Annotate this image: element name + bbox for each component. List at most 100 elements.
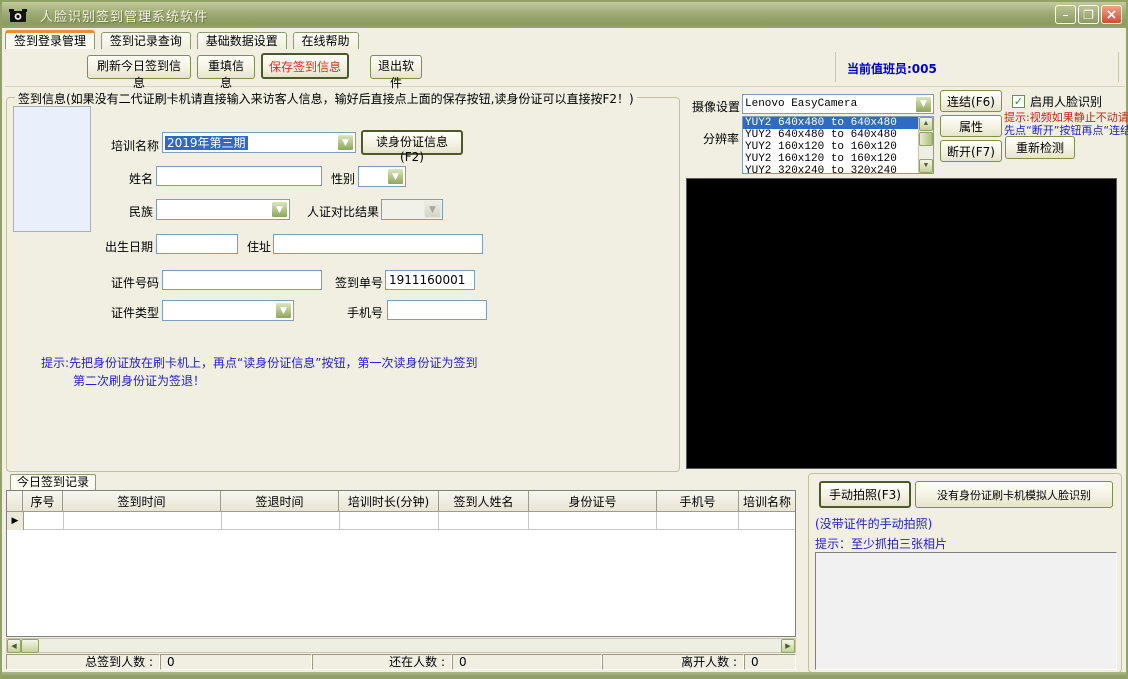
total-signin-value: 0 [160, 654, 312, 670]
form-hint-line2: 第二次刷身份证为签退！ [73, 372, 205, 389]
scroll-up-icon[interactable]: ▲ [919, 117, 933, 131]
disconnect-button[interactable]: 断开(F7) [940, 140, 1002, 162]
title-bar: 人脸识别签到管理系统软件 – ❐ × [2, 2, 1126, 28]
form-hint-line1: 提示:先把身份证放在刷卡机上，再点“读身份证信息”按钮，第一次读身份证为签到 [41, 354, 477, 371]
simulate-face-button[interactable]: 没有身份证刷卡机模拟人脸识别 [915, 481, 1113, 508]
resolution-item[interactable]: YUY2 640x480 to 640x480 [743, 129, 933, 141]
sign-no-input[interactable] [385, 270, 475, 290]
signin-form-group: 签到信息(如果没有二代证刷卡机请直接输入来访客人信息，输好后直接点上面的保存按钮… [6, 97, 680, 472]
left-count-label: 离开人数 : [602, 654, 744, 670]
birth-date-label: 出生日期 [103, 238, 153, 255]
manual-photo-button[interactable]: 手动拍照(F3) [819, 481, 911, 508]
camera-video-preview [686, 178, 1117, 469]
training-name-label: 培训名称 [103, 137, 159, 154]
still-present-label: 还在人数 : [312, 654, 452, 670]
col-duration[interactable]: 培训时长(分钟) [339, 491, 439, 512]
toolbar-separator [835, 52, 836, 82]
row-selector-header [7, 491, 23, 512]
training-name-value: 2019年第三期 [165, 136, 248, 150]
minimize-button[interactable]: – [1055, 5, 1076, 24]
id-number-label: 证件号码 [107, 274, 159, 291]
id-type-label: 证件类型 [107, 304, 159, 321]
col-training-name[interactable]: 培训名称 [739, 491, 795, 512]
window-bottom-edge [2, 672, 1126, 677]
col-person-name[interactable]: 签到人姓名 [439, 491, 529, 512]
address-input[interactable] [273, 234, 483, 254]
resolution-scrollbar[interactable]: ▲ ▼ [918, 117, 933, 173]
phone-label: 手机号 [341, 304, 383, 321]
chevron-down-icon[interactable]: ▼ [275, 302, 292, 319]
exit-button[interactable]: 退出软件 [370, 55, 422, 79]
hscrollbar-thumb[interactable] [21, 639, 39, 653]
app-camera-icon [8, 7, 28, 24]
tab-online-help[interactable]: 在线帮助 [293, 32, 359, 49]
table-row[interactable]: ▶ [7, 512, 795, 530]
toolbar-separator-right [1118, 52, 1119, 82]
resolution-item[interactable]: YUY2 640x480 to 640x480 [743, 117, 933, 129]
col-seq[interactable]: 序号 [23, 491, 63, 512]
id-type-combo[interactable]: ▼ [162, 300, 294, 321]
col-id-number[interactable]: 身份证号 [529, 491, 657, 512]
camera-device-value: Lenovo EasyCamera [743, 98, 914, 110]
face-recognition-label: 启用人脸识别 [1030, 93, 1102, 110]
col-signout-time[interactable]: 签退时间 [221, 491, 339, 512]
phone-input[interactable] [387, 300, 487, 320]
chevron-down-icon[interactable]: ▼ [337, 134, 354, 151]
id-photo-placeholder [13, 106, 91, 232]
scroll-right-icon[interactable]: ▶ [781, 639, 795, 653]
refresh-today-button[interactable]: 刷新今日签到信息 [87, 55, 191, 79]
camera-device-combo[interactable]: Lenovo EasyCamera ▼ [742, 94, 934, 114]
app-window: 人脸识别签到管理系统软件 – ❐ × 签到登录管理 签到记录查询 基础数据设置 … [0, 0, 1128, 679]
chevron-down-icon[interactable]: ▼ [387, 168, 404, 185]
face-recognition-toggle[interactable]: ✓ 启用人脸识别 [1012, 93, 1102, 110]
id-number-input[interactable] [162, 270, 322, 290]
read-id-card-button[interactable]: 读身份证信息(F2) [361, 130, 463, 155]
gender-combo[interactable]: ▼ [358, 166, 406, 187]
redetect-button[interactable]: 重新检测 [1005, 136, 1075, 159]
resolution-item[interactable]: YUY2 160x120 to 160x120 [743, 153, 933, 165]
chevron-down-icon[interactable]: ▼ [915, 96, 932, 113]
resolution-item[interactable]: YUY2 160x120 to 160x120 [743, 141, 933, 153]
properties-button[interactable]: 属性 [940, 115, 1002, 137]
gender-label: 性别 [327, 170, 355, 187]
connect-button[interactable]: 连结(F6) [940, 90, 1002, 112]
maximize-button[interactable]: ❐ [1078, 5, 1099, 24]
chevron-down-icon[interactable]: ▼ [271, 201, 288, 218]
tab-record-query[interactable]: 签到记录查询 [101, 32, 191, 49]
left-count-value: 0 [744, 654, 796, 670]
cell-id-number [529, 512, 657, 530]
resolution-item[interactable]: YUY2 320x240 to 320x240 [743, 165, 933, 174]
close-button[interactable]: × [1101, 5, 1122, 24]
cell-signin-time [64, 512, 222, 530]
save-signin-button[interactable]: 保存签到信息 [261, 53, 349, 79]
main-tab-bar: 签到登录管理 签到记录查询 基础数据设置 在线帮助 [5, 30, 1125, 49]
records-statusbar: 总签到人数 : 0 还在人数 : 0 离开人数 : 0 [6, 654, 796, 672]
capture-panel: 手动拍照(F3) 没有身份证刷卡机模拟人脸识别 (没带证件的手动拍照) 提示：至… [808, 473, 1122, 673]
training-name-combo[interactable]: 2019年第三期 ▼ [162, 132, 356, 153]
cell-duration [340, 512, 440, 530]
cell-signout-time [222, 512, 340, 530]
capture-photo-area [815, 552, 1117, 670]
cell-phone [657, 512, 739, 530]
capture-hint: 提示：至少抓拍三张相片 [815, 535, 947, 552]
name-label: 姓名 [123, 170, 153, 187]
row-marker-icon: ▶ [7, 512, 24, 530]
checkbox-checked-icon[interactable]: ✓ [1012, 95, 1025, 108]
name-input[interactable] [156, 166, 322, 186]
records-table-header: 序号 签到时间 签退时间 培训时长(分钟) 签到人姓名 身份证号 手机号 培训名… [7, 491, 795, 512]
scroll-left-icon[interactable]: ◀ [7, 639, 21, 653]
tab-signin-manage[interactable]: 签到登录管理 [5, 30, 95, 49]
scroll-down-icon[interactable]: ▼ [919, 159, 933, 173]
ethnic-combo[interactable]: ▼ [156, 199, 290, 220]
col-phone[interactable]: 手机号 [657, 491, 739, 512]
total-signin-label: 总签到人数 : [6, 654, 160, 670]
scrollbar-thumb[interactable] [919, 132, 933, 146]
col-signin-time[interactable]: 签到时间 [63, 491, 221, 512]
tab-base-data[interactable]: 基础数据设置 [197, 32, 287, 49]
records-hscrollbar[interactable]: ◀ ▶ [6, 638, 796, 653]
compare-result-label: 人证对比结果 [293, 203, 379, 220]
resolution-listbox[interactable]: YUY2 640x480 to 640x480 YUY2 640x480 to … [742, 116, 934, 174]
today-records-tab[interactable]: 今日签到记录 [10, 474, 96, 491]
birth-date-input[interactable] [156, 234, 238, 254]
refill-info-button[interactable]: 重填信息 [197, 55, 255, 79]
